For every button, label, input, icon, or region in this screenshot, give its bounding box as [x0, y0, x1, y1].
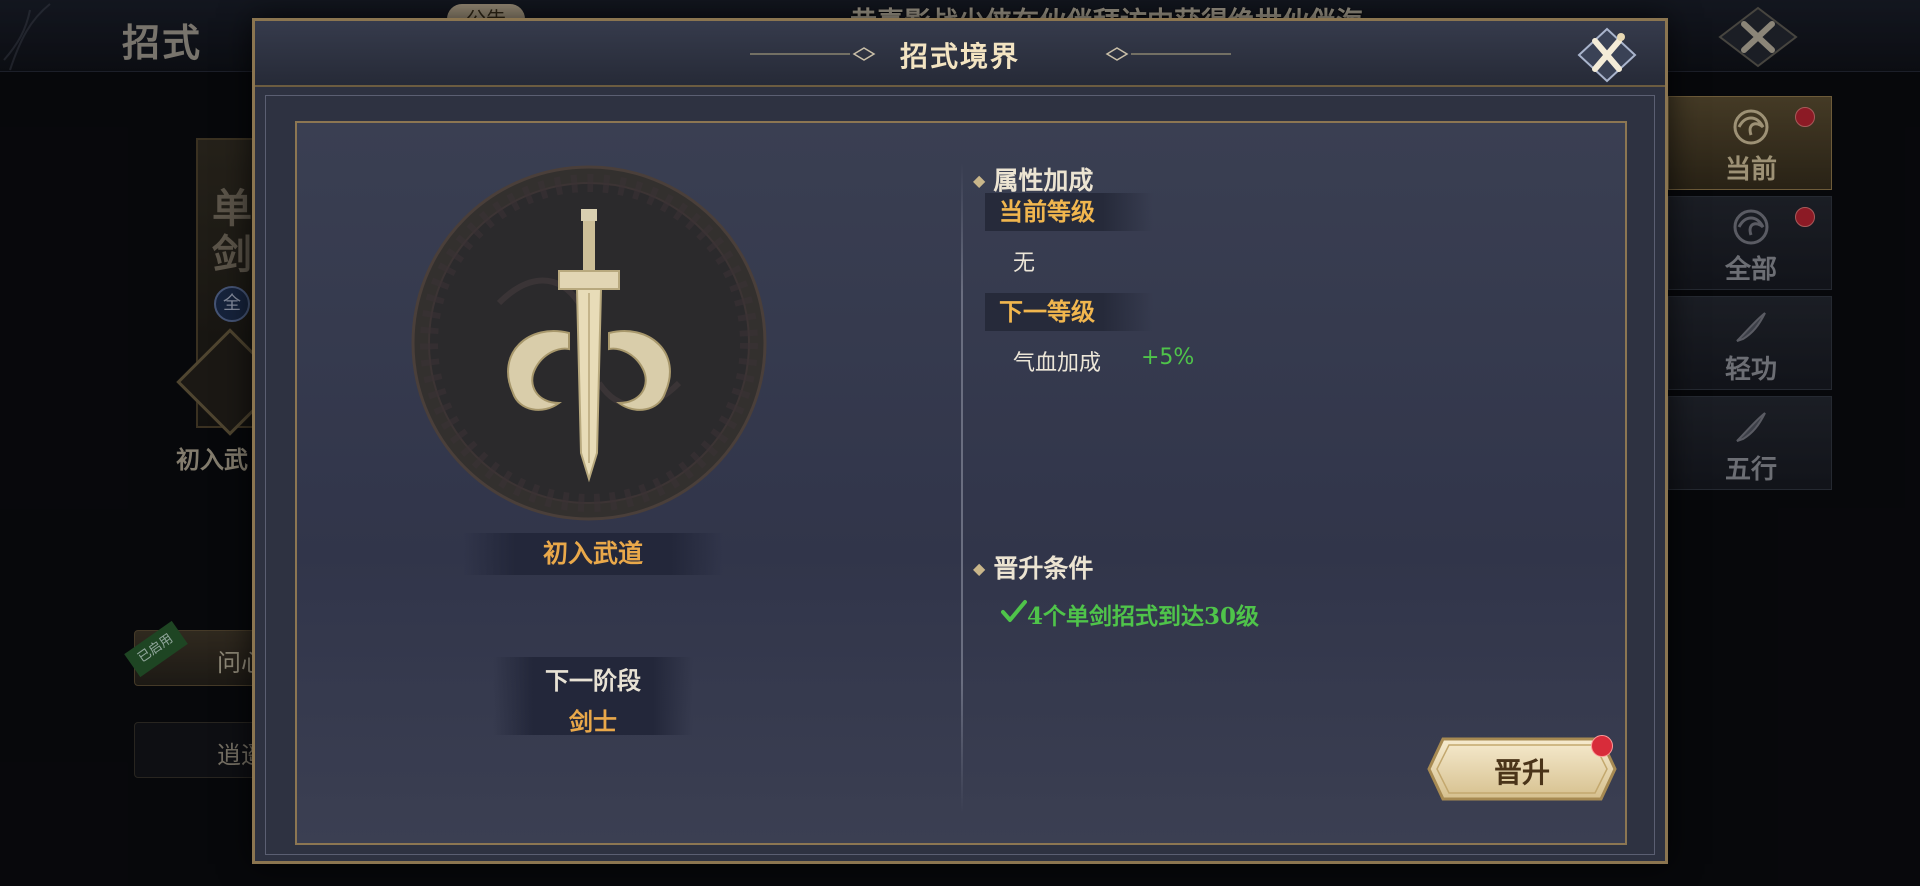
- vertical-divider: [961, 163, 963, 813]
- next-level-label: 下一等级: [985, 293, 1153, 331]
- sword-emblem-icon: [411, 165, 767, 521]
- next-level-stat: 气血加成: [1013, 351, 1102, 376]
- requirements-title-text: 晋升条件: [993, 554, 1094, 583]
- attributes-section-title: ◆ 属性加成: [973, 161, 1093, 197]
- realm-content: 初入武道 下一阶段 剑士 ◆ 属性加成 当前等级 无 下一等级 气血加成 +5% …: [295, 121, 1627, 845]
- current-realm-name: 初入武道: [463, 533, 723, 575]
- current-level-value: 无: [1013, 251, 1036, 276]
- checkmark-icon: [1001, 600, 1027, 622]
- next-level-bonus: +5%: [1141, 345, 1195, 370]
- modal-title: 招式境界: [899, 40, 1020, 73]
- current-level-label: 当前等级: [985, 193, 1153, 231]
- next-stage-label: 下一阶段: [545, 666, 641, 695]
- close-icon[interactable]: [1575, 25, 1639, 85]
- title-ornament-icon: [1105, 47, 1231, 61]
- modal-header: 招式境界: [255, 21, 1665, 87]
- diamond-bullet-icon: ◆: [973, 559, 986, 578]
- attributes-title-text: 属性加成: [993, 166, 1094, 195]
- promote-button[interactable]: 晋升: [1427, 735, 1617, 801]
- requirements-section-title: ◆ 晋升条件: [973, 549, 1093, 585]
- notification-dot: [1591, 735, 1613, 757]
- requirement-condition: 4个单剑招式到达30级: [1027, 603, 1260, 630]
- diamond-bullet-icon: ◆: [973, 171, 986, 190]
- realm-modal: 招式境界 初入武道 下一阶段 剑士 ◆ 属性加成 当前等级 无 下一等级 气血加…: [252, 18, 1668, 864]
- next-stage-value: 剑士: [569, 707, 617, 736]
- promote-button-label: 晋升: [1493, 756, 1550, 789]
- next-stage-plate: 下一阶段 剑士: [493, 657, 693, 736]
